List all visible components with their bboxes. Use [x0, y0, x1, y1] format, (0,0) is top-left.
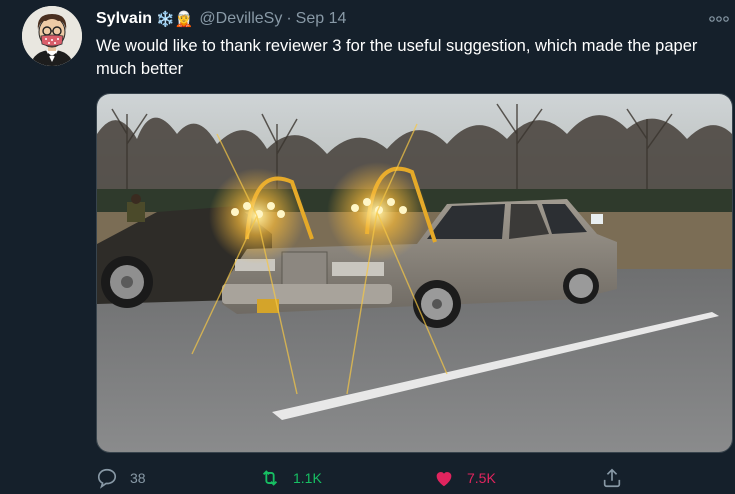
- like-count: 7.5K: [467, 470, 496, 486]
- reply-count: 38: [130, 470, 146, 486]
- car-with-chandeliers-photo: [97, 94, 732, 452]
- heart-icon: [436, 472, 452, 487]
- author-name[interactable]: Sylvain: [96, 10, 152, 28]
- reply-button[interactable]: 38: [96, 464, 146, 492]
- tweet[interactable]: Sylvain ❄️🧝 @DevilleSy · Sep 14 We would…: [0, 0, 735, 494]
- retweet-icon: [262, 470, 278, 486]
- retweet-button[interactable]: 1.1K: [259, 464, 322, 492]
- tweet-photo[interactable]: [96, 93, 733, 453]
- reply-icon: [97, 468, 117, 489]
- share-icon: [603, 468, 621, 488]
- like-button[interactable]: 7.5K: [433, 464, 496, 492]
- more-options-icon[interactable]: [709, 11, 729, 22]
- tweet-header: Sylvain ❄️🧝 @DevilleSy · Sep 14: [96, 8, 346, 30]
- avatar[interactable]: [22, 6, 82, 66]
- separator: ·: [286, 10, 292, 27]
- tweet-text: We would like to thank reviewer 3 for th…: [96, 37, 698, 78]
- tweet-date[interactable]: Sep 14: [296, 10, 347, 28]
- author-emojis: ❄️🧝: [156, 11, 194, 28]
- share-button[interactable]: [601, 464, 635, 492]
- author-handle[interactable]: @DevilleSy: [199, 10, 282, 28]
- retweet-count: 1.1K: [293, 470, 322, 486]
- tweet-actions: 38 1.1K 7.5K: [96, 464, 731, 492]
- avatar-image: [22, 6, 82, 66]
